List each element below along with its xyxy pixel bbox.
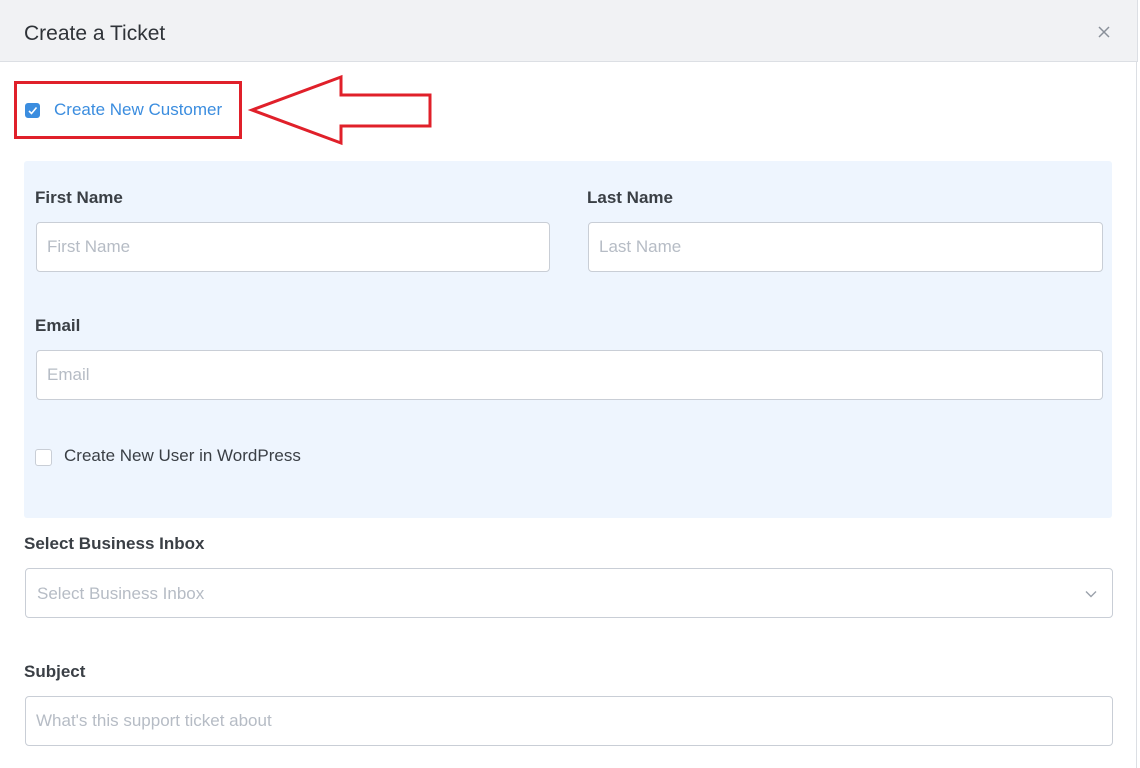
dialog-header: Create a Ticket	[0, 0, 1138, 62]
create-wp-user-label[interactable]: Create New User in WordPress	[64, 446, 301, 466]
business-inbox-label: Select Business Inbox	[24, 534, 205, 553]
email-label: Email	[35, 316, 81, 335]
last-name-label: Last Name	[587, 188, 673, 207]
close-icon[interactable]	[1095, 23, 1113, 41]
email-input[interactable]	[36, 350, 1103, 400]
first-name-label: First Name	[35, 188, 123, 207]
arrow-left-annotation	[247, 74, 432, 146]
business-inbox-placeholder: Select Business Inbox	[37, 584, 205, 603]
subject-label: Subject	[24, 662, 86, 681]
last-name-input[interactable]	[588, 222, 1103, 272]
dialog-title: Create a Ticket	[24, 22, 166, 45]
first-name-input[interactable]	[36, 222, 550, 272]
create-wp-user-checkbox[interactable]	[35, 449, 52, 466]
chevron-down-icon	[1085, 591, 1097, 598]
business-inbox-select[interactable]: Select Business Inbox	[25, 568, 1113, 618]
subject-input[interactable]	[25, 696, 1113, 746]
dialog-right-border	[1136, 61, 1137, 768]
annotation-highlight-box	[14, 81, 242, 139]
